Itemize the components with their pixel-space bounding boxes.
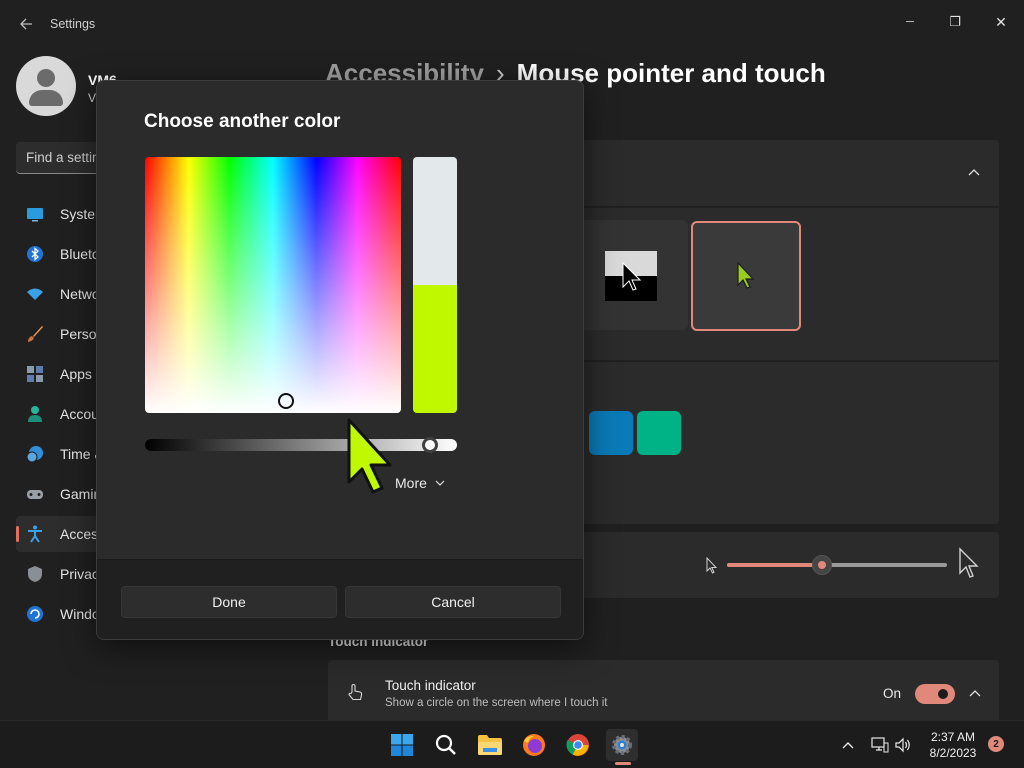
chevron-down-icon [435, 480, 445, 486]
toggle-state-label: On [883, 686, 902, 701]
show-hidden-icons-button[interactable] [838, 735, 858, 755]
close-button[interactable]: ✕ [978, 6, 1024, 38]
more-label: More [395, 475, 427, 491]
network-wired-icon [871, 737, 889, 753]
previous-color-preview [413, 157, 457, 285]
touch-indicator-card[interactable]: Touch indicator Show a circle on the scr… [328, 660, 999, 720]
volume-tray-button[interactable] [893, 735, 913, 755]
color-swatch-teal[interactable] [637, 411, 681, 455]
chevron-up-icon [842, 742, 854, 749]
small-pointer-icon [706, 557, 718, 574]
settings-icon [612, 735, 632, 755]
person-icon [28, 406, 42, 422]
network-tray-button[interactable] [870, 735, 890, 755]
wifi-icon [27, 288, 43, 300]
more-button[interactable]: More [395, 473, 463, 493]
back-arrow-icon [20, 18, 32, 30]
brightness-slider-thumb[interactable] [422, 437, 439, 453]
brush-icon [28, 326, 43, 342]
profile-subtitle: V [88, 91, 97, 105]
clock-time[interactable]: 2:37 AM [925, 730, 981, 744]
avatar-body-icon [29, 90, 63, 106]
bluetooth-icon [27, 246, 43, 262]
app-title: Settings [50, 17, 96, 31]
firefox-icon [523, 734, 545, 756]
title-bar: Settings ─ ❐ ✕ [0, 0, 1024, 48]
done-button[interactable]: Done [121, 586, 337, 618]
pointer-size-slider-fill [727, 563, 822, 567]
update-icon [27, 606, 43, 622]
brightness-slider[interactable] [145, 437, 457, 453]
close-icon: ✕ [995, 13, 1007, 30]
pointer-size-slider-thumb[interactable] [811, 555, 832, 575]
taskbar-search-button[interactable] [430, 729, 462, 761]
active-indicator [16, 526, 19, 542]
windows-start-icon [391, 734, 413, 756]
firefox-button[interactable] [518, 729, 550, 761]
mouse-pointer-icon [347, 418, 392, 494]
touch-hand-icon [348, 683, 363, 701]
custom-color-pointer-icon [737, 261, 755, 289]
color-spectrum[interactable] [145, 157, 401, 413]
notification-badge[interactable]: 2 [988, 736, 1004, 752]
sidebar-item-label: Apps [60, 366, 92, 382]
apps-icon [27, 366, 43, 382]
minimize-button[interactable]: ─ [887, 6, 933, 38]
gamepad-icon [27, 490, 43, 499]
settings-app-button[interactable] [606, 729, 638, 761]
chevron-up-icon[interactable] [969, 689, 981, 697]
monitor-icon [27, 208, 43, 222]
settings-window: Settings ─ ❐ ✕ VM6 V System Bluetooth & … [0, 0, 1024, 720]
back-button[interactable] [14, 12, 38, 36]
touch-indicator-title: Touch indicator [385, 678, 476, 693]
file-explorer-icon [478, 735, 502, 755]
chevron-up-icon[interactable] [968, 168, 980, 176]
avatar[interactable] [16, 56, 76, 116]
restore-icon: ❐ [949, 14, 961, 29]
avatar-head-icon [37, 69, 55, 87]
choose-color-dialog: Choose another color More Done Cancel [96, 80, 584, 640]
start-button[interactable] [386, 729, 418, 761]
chrome-icon [566, 734, 589, 756]
cancel-button[interactable]: Cancel [345, 586, 561, 618]
touch-indicator-toggle[interactable] [915, 684, 955, 704]
chrome-button[interactable] [562, 729, 594, 761]
accessibility-icon [28, 525, 42, 543]
pointer-style-custom-tile[interactable] [691, 221, 801, 331]
maximize-button[interactable]: ❐ [932, 6, 978, 38]
touch-indicator-description: Show a circle on the screen where I touc… [385, 697, 608, 709]
file-explorer-button[interactable] [474, 729, 506, 761]
pointer-style-inverted-tile[interactable] [578, 220, 688, 330]
shield-icon [28, 566, 42, 582]
minimize-icon: ─ [906, 16, 914, 28]
inverted-pointer-icon [605, 251, 657, 301]
globe-clock-icon [26, 446, 43, 463]
clock-date[interactable]: 8/2/2023 [925, 746, 981, 760]
dialog-title: Choose another color [144, 111, 341, 132]
spectrum-selector-handle[interactable] [278, 393, 294, 409]
color-swatch-blue[interactable] [589, 411, 633, 455]
taskbar [0, 720, 1024, 768]
dialog-footer: Done Cancel [97, 559, 583, 639]
color-preview [413, 157, 457, 413]
pointer-size-slider[interactable] [727, 555, 947, 575]
new-color-preview [413, 285, 457, 413]
active-app-indicator [615, 762, 631, 765]
volume-icon [895, 737, 910, 753]
search-icon [435, 734, 456, 755]
large-pointer-icon [959, 547, 979, 578]
